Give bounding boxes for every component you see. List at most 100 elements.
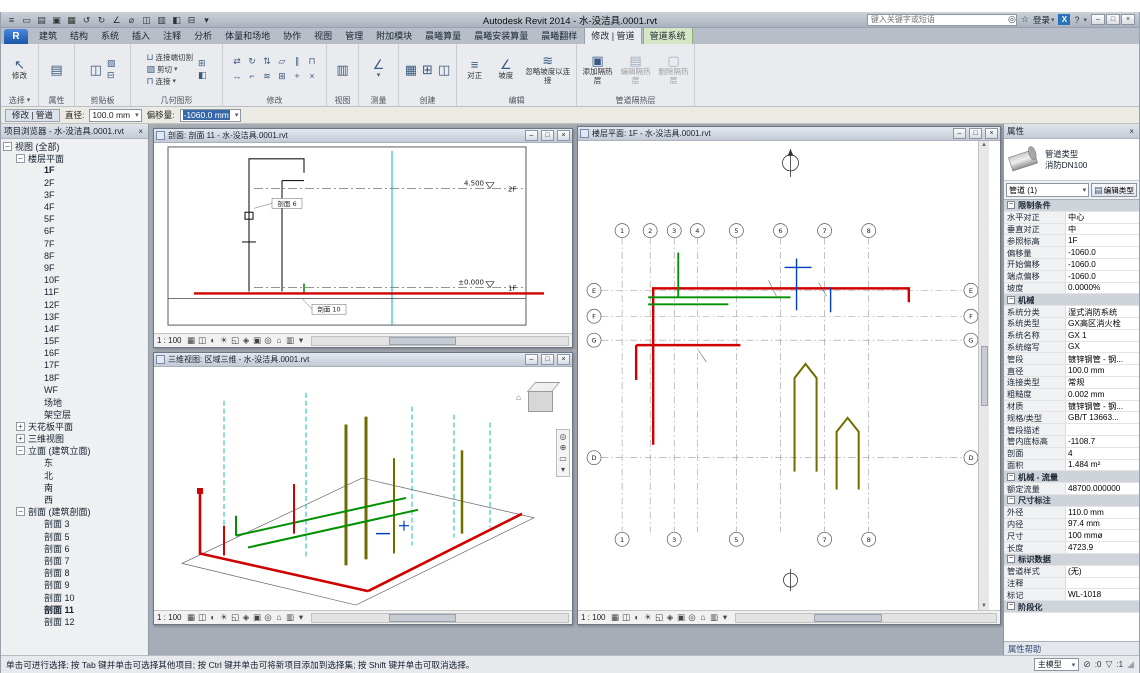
panel-label-geometry[interactable]: 几何图形 [131,94,222,106]
tree-item[interactable]: 6F [1,225,148,237]
view-control-icon[interactable]: ◈ [664,612,675,623]
grid-lines[interactable] [601,238,964,533]
favorites-star-icon[interactable]: ☆ [1021,14,1029,25]
view-control-icon[interactable]: ⌂ [273,612,284,623]
grid-bubbles[interactable] [587,224,978,547]
ribbon-tab[interactable]: 晨曦安装算量 [468,27,534,44]
home-icon[interactable]: ⌂ [516,393,521,402]
property-row[interactable]: 尺寸 100 mmø [1004,530,1139,542]
view-control-icon[interactable]: ▣ [675,612,686,623]
view-control-icon[interactable]: ◱ [653,612,664,623]
window-minimize-button[interactable]: – [525,130,538,141]
property-value[interactable]: 1F [1066,235,1139,246]
tree-item[interactable]: + 三维视图 [1,433,148,445]
modify-grid-icon[interactable]: ⇅ [260,55,274,69]
close-icon[interactable]: × [1127,127,1136,136]
property-row[interactable]: 标记 WL-1018 [1004,589,1139,601]
view-control-icon[interactable]: ◱ [229,612,240,623]
property-row[interactable]: 管段 镀锌钢管 - 钢... [1004,353,1139,365]
panel-label-properties[interactable]: 属性 [39,94,74,106]
ribbon-tab[interactable]: 协作 [277,27,307,44]
search-icon[interactable]: ◎ [1008,14,1016,25]
ribbon-tab[interactable]: 管道系统 [643,26,693,44]
view-control-icon[interactable]: ◐ [207,612,218,623]
pipes-olive[interactable] [346,417,462,566]
type-preview[interactable]: 管道类型 消防DN100 [1004,139,1139,181]
quick-access-icon[interactable]: ↻ [95,13,108,27]
quick-access-icon[interactable]: ∠ [110,13,123,27]
filter-icon[interactable]: ▽ [1105,659,1112,670]
navigation-icon[interactable]: ◎ [560,432,567,441]
section-canvas[interactable]: 4.500 2F ±0.000 1F [154,143,572,333]
window-close-button[interactable]: × [557,130,570,141]
property-row[interactable]: 偏移量 -1060.0 [1004,247,1139,259]
group-expander-icon[interactable]: − [1007,555,1015,563]
property-value[interactable]: GX高区消火栓 [1066,318,1139,329]
quick-access-icon[interactable]: ▾ [200,13,213,27]
exchange-apps-icon[interactable]: X [1058,14,1070,25]
panel-label-clipboard[interactable]: 剪贴板 [75,94,130,106]
property-row[interactable]: 内径 97.4 mm [1004,519,1139,531]
property-row[interactable]: 连接类型 常规 [1004,377,1139,389]
tree-item[interactable]: 南 [1,481,148,493]
panel-label-measure[interactable]: 测量 [359,94,398,106]
tree-item[interactable]: 9F [1,262,148,274]
window-close-button[interactable]: × [985,128,998,139]
navigation-icon[interactable]: ▾ [561,465,565,474]
tree-item[interactable]: + 天花板平面 [1,420,148,432]
create-tool-c[interactable]: ◫ [437,61,451,78]
tree-item[interactable]: 10F [1,274,148,286]
property-row[interactable]: 直径 100.0 mm [1004,365,1139,377]
tree-item[interactable]: 场地 [1,396,148,408]
tree-item[interactable]: 架空层 [1,408,148,420]
modify-tool-button[interactable]: ↖ 修改 [11,56,28,82]
property-row[interactable]: 系统分类 湿式消防系统 [1004,306,1139,318]
panel-label-create[interactable]: 创建 [399,94,456,106]
property-row[interactable]: 水平对正 中心 [1004,212,1139,224]
tree-item[interactable]: − 视图 (全部) [1,140,148,152]
add-insulation-button[interactable]: ▣添加隔热层 [580,52,615,86]
property-value[interactable]: 中心 [1066,212,1139,223]
panel-label-view[interactable]: 视图 [327,94,358,106]
tree-item[interactable]: 18F [1,372,148,384]
property-row[interactable]: 面积 1.484 m² [1004,460,1139,472]
property-row[interactable]: − 尺寸标注 [1004,495,1139,507]
modify-grid-icon[interactable]: ▱ [275,55,289,69]
panel-label-pipe-insulation[interactable]: 管道隔热层 [577,94,694,106]
property-row[interactable]: 材质 镀锌钢管 - 钢... [1004,401,1139,413]
property-value[interactable]: 0.002 mm [1066,389,1139,400]
property-value[interactable]: 湿式消防系统 [1066,306,1139,317]
join-button[interactable]: ⊓连接▾ [145,76,194,87]
view-control-icon[interactable]: ◫ [620,612,631,623]
pipes-green[interactable] [236,498,418,548]
plan-window-titlebar[interactable]: 楼层平面: 1F - 水-没洁具.0001.rvt – □ × [578,127,1000,141]
threed-view-window[interactable]: 三维视图: 区域三维 - 水-没洁具.0001.rvt – □ × [153,352,573,625]
copy-button[interactable]: ▨ [106,58,117,69]
modify-grid-icon[interactable]: ⊓ [305,55,319,69]
property-row[interactable]: 粗糙度 0.002 mm [1004,389,1139,401]
paste-button[interactable]: ◫ [89,61,103,78]
edit-type-button[interactable]: ▤编辑类型 [1091,183,1137,197]
property-value[interactable]: 4723.9 [1066,542,1139,553]
create-tool-b[interactable]: ⊞ [421,61,434,78]
modify-grid-icon[interactable]: ⌐ [245,70,259,84]
tree-item[interactable]: WF [1,384,148,396]
north-arrow[interactable] [782,149,798,177]
view-control-icon[interactable]: ◈ [240,335,251,346]
quick-access-icon[interactable]: ▤ [35,13,48,27]
quick-access-icon[interactable]: ⊟ [185,13,198,27]
view-control-icon[interactable]: ▣ [251,612,262,623]
view-control-icon[interactable]: ◫ [196,335,207,346]
horizontal-scrollbar[interactable] [735,613,997,623]
window-restore-button[interactable]: □ [969,128,982,139]
group-expander-icon[interactable]: − [1007,496,1015,504]
tree-expander-icon[interactable]: − [16,507,25,516]
remove-insulation-button[interactable]: ▢删除隔热层 [656,52,691,86]
app-close-button[interactable]: × [1121,14,1135,25]
property-value[interactable]: 镀锌钢管 - 钢... [1066,401,1139,412]
view-control-icon[interactable]: ◎ [262,335,273,346]
window-minimize-button[interactable]: – [953,128,966,139]
tree-item[interactable]: 剖面 7 [1,554,148,566]
properties-help-link[interactable]: 属性帮助 [1004,641,1139,655]
tree-expander-icon[interactable]: − [16,154,25,163]
